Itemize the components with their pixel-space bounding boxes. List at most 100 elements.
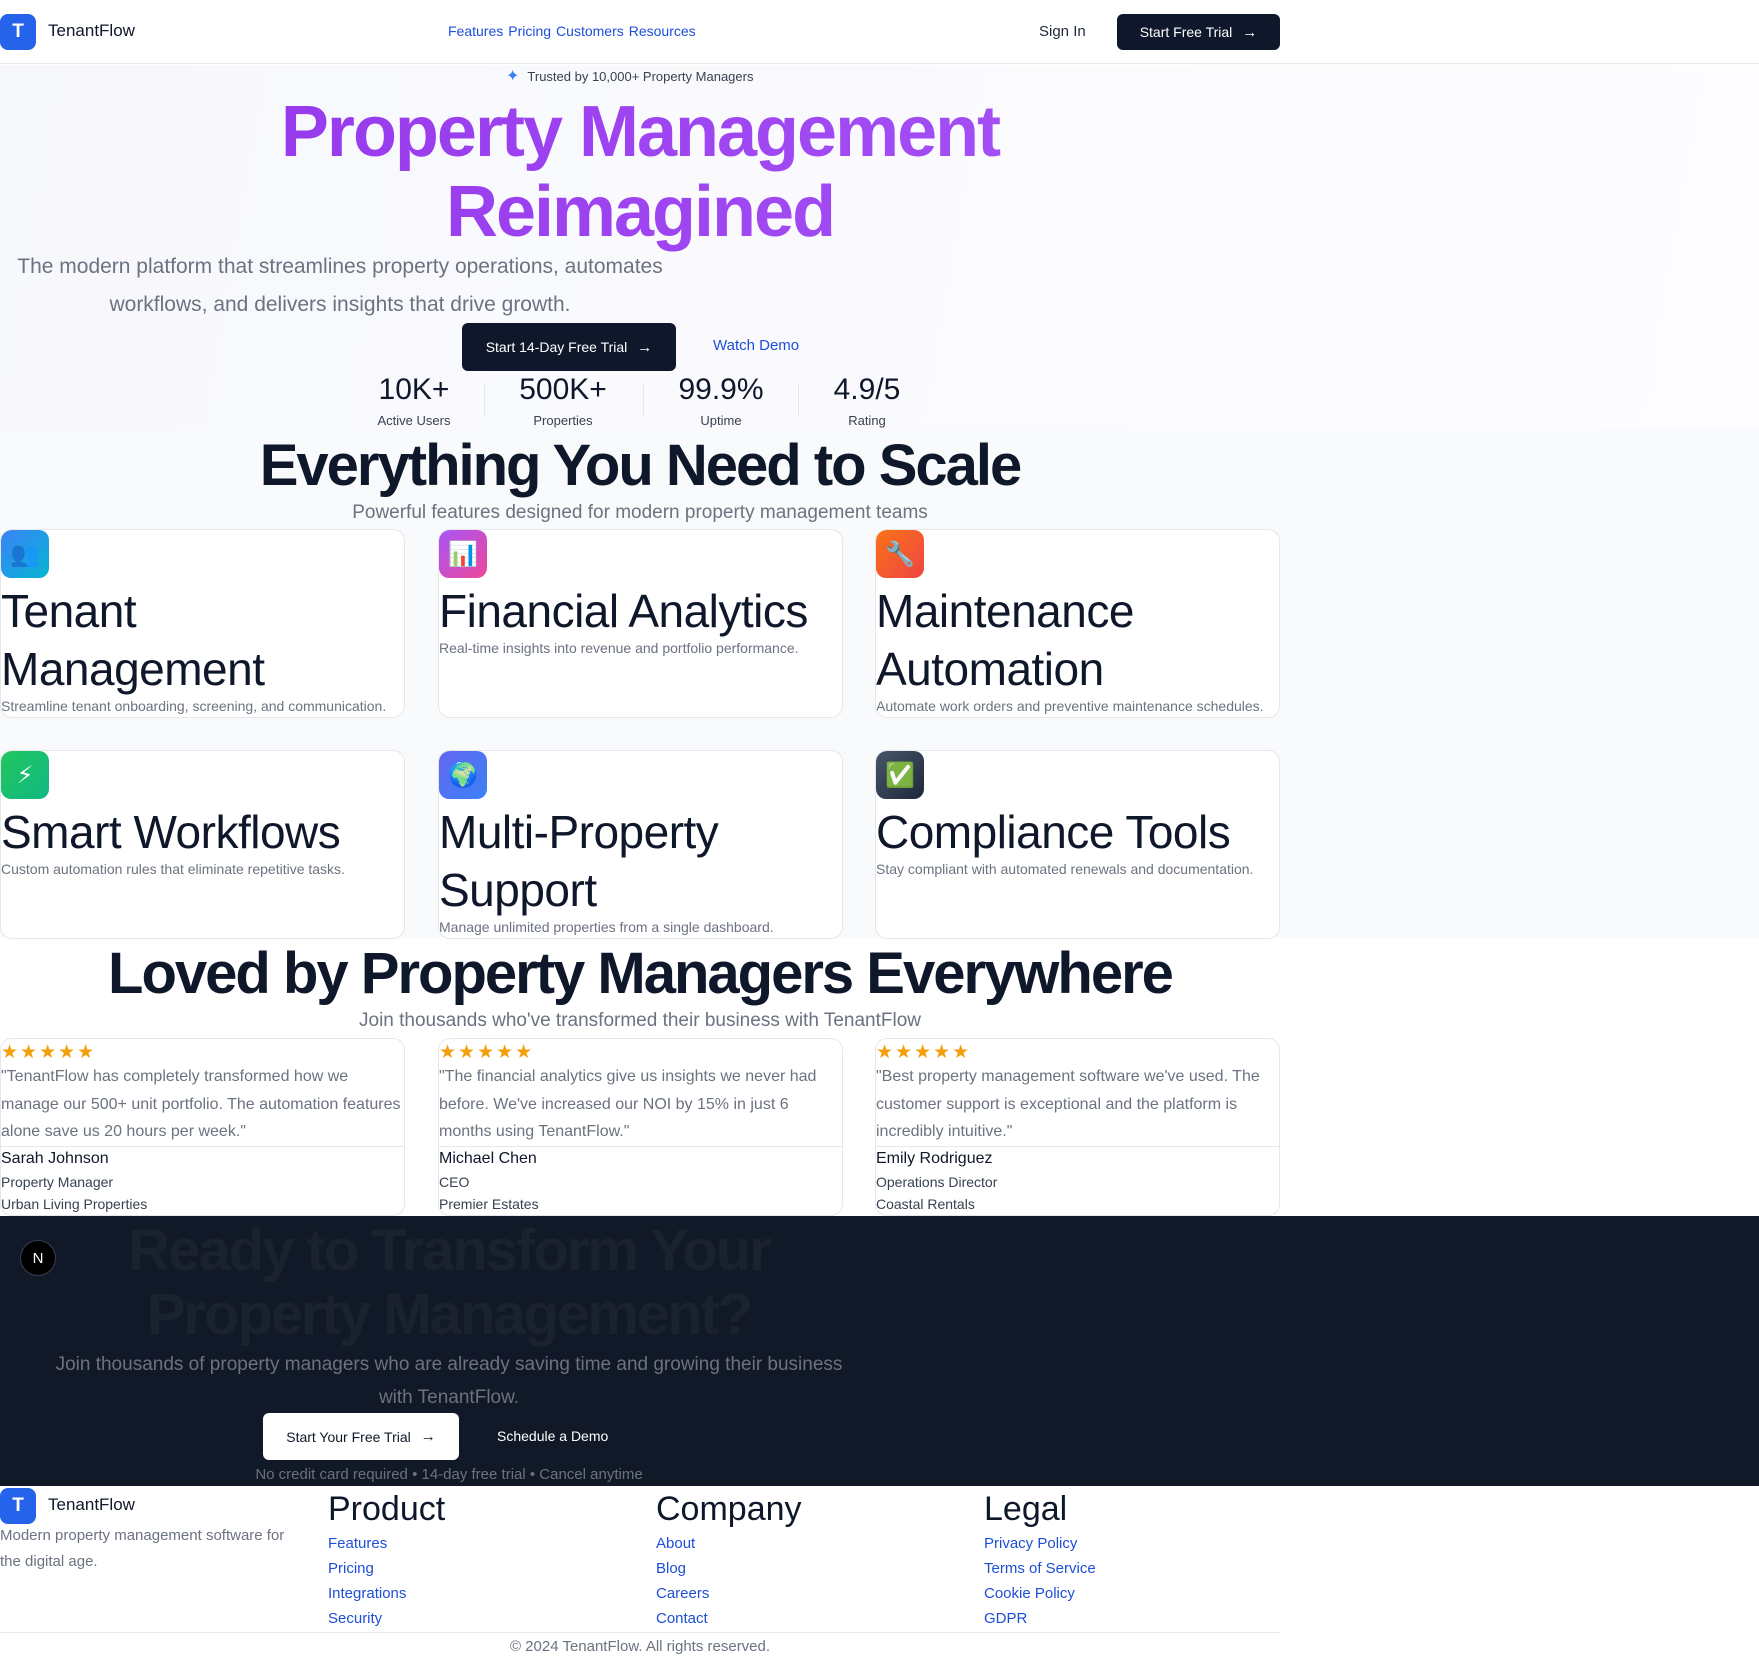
sparkles-icon: ✦ — [506, 68, 520, 85]
nav-pricing[interactable]: Pricing — [508, 23, 551, 39]
start-trial-hero-button[interactable]: Start 14-Day Free Trial → — [462, 323, 676, 371]
testimonial-name: Michael Chen — [439, 1150, 537, 1167]
footer-link-gdpr[interactable]: GDPR — [984, 1610, 1027, 1627]
arrow-right-icon: → — [637, 338, 653, 356]
cta-note: No credit card required • 14-day free tr… — [255, 1466, 643, 1483]
nav-customers[interactable]: Customers — [556, 23, 624, 39]
hero-title-line1: Property Management — [0, 92, 1280, 172]
lightning-icon: ⚡ — [1, 751, 49, 799]
start-your-free-trial-button[interactable]: Start Your Free Trial → — [263, 1413, 459, 1460]
testimonial-company: Premier Estates — [439, 1196, 539, 1212]
testimonial-company: Urban Living Properties — [1, 1196, 148, 1212]
chart-icon: 📊 — [439, 530, 487, 578]
stat-value-users: 10K+ — [378, 373, 450, 406]
feature-desc: Custom automation rules that eliminate r… — [1, 861, 345, 877]
testimonial-quote: "TenantFlow has completely transformed h… — [1, 1068, 401, 1140]
footer-heading-product: Product — [328, 1490, 446, 1528]
footer-link-privacy[interactable]: Privacy Policy — [984, 1535, 1077, 1552]
footer-link-about[interactable]: About — [656, 1535, 695, 1552]
feature-title: Multi-Property Support — [439, 806, 719, 916]
stat-divider — [643, 383, 644, 417]
feature-title: Tenant Management — [1, 585, 265, 695]
divider — [1, 1146, 404, 1147]
star-rating-icon: ★★★★★ — [876, 1042, 972, 1063]
testimonial-card: ★★★★★ "The financial analytics give us i… — [438, 1038, 843, 1216]
testimonial-card: ★★★★★ "TenantFlow has completely transfo… — [0, 1038, 405, 1216]
footer-heading-legal: Legal — [984, 1490, 1068, 1528]
footer-link-features[interactable]: Features — [328, 1535, 387, 1552]
stat-divider — [798, 383, 799, 417]
footer-link-cookies[interactable]: Cookie Policy — [984, 1585, 1075, 1602]
cta-subtitle-line1: Join thousands of property managers who … — [55, 1354, 843, 1375]
arrow-right-icon: → — [1242, 23, 1258, 41]
start-free-trial-button[interactable]: Start Free Trial → — [1117, 14, 1280, 50]
trusted-badge-text: Trusted by 10,000+ Property Managers — [527, 68, 754, 84]
logo-icon[interactable]: T — [0, 14, 36, 50]
footer-link-pricing[interactable]: Pricing — [328, 1560, 374, 1577]
main-nav: Features Pricing Customers Resources — [448, 23, 696, 39]
stat-value-properties: 500K+ — [519, 373, 607, 406]
testimonial-quote: "Best property management software we've… — [876, 1068, 1260, 1140]
nav-features[interactable]: Features — [448, 23, 503, 39]
testimonial-role: Property Manager — [1, 1174, 114, 1190]
cta-subtitle-line2: with TenantFlow. — [378, 1387, 520, 1408]
footer-link-terms[interactable]: Terms of Service — [984, 1560, 1096, 1577]
footer-heading-company: Company — [656, 1490, 802, 1528]
hero-title-line2: Reimagined — [0, 172, 1280, 252]
feature-desc: Automate work orders and preventive main… — [876, 698, 1264, 714]
testimonial-name: Emily Rodriguez — [876, 1150, 993, 1167]
footer-link-careers[interactable]: Careers — [656, 1585, 709, 1602]
footer-link-integrations[interactable]: Integrations — [328, 1585, 406, 1602]
testimonial-name: Sarah Johnson — [1, 1150, 109, 1167]
cta-title-line2: Property Management? — [146, 1282, 754, 1347]
feature-card-financial-analytics[interactable]: 📊 Financial Analytics Real-time insights… — [438, 529, 843, 718]
testimonial-company: Coastal Rentals — [876, 1196, 975, 1212]
footer-logo-icon[interactable]: T — [0, 1488, 36, 1524]
feature-desc: Stay compliant with automated renewals a… — [876, 861, 1254, 877]
hero-subtitle-line2: workflows, and delivers insights that dr… — [109, 293, 571, 316]
star-rating-icon: ★★★★★ — [439, 1042, 535, 1063]
stat-value-uptime: 99.9% — [678, 373, 764, 406]
footer-link-blog[interactable]: Blog — [656, 1560, 686, 1577]
hero-subtitle-line1: The modern platform that streamlines pro… — [17, 255, 663, 278]
footer-divider — [0, 1632, 1280, 1633]
testimonial-quote: "The financial analytics give us insight… — [439, 1068, 817, 1140]
sign-in-link[interactable]: Sign In — [1039, 23, 1086, 40]
arrow-right-icon: → — [420, 1428, 436, 1445]
stat-value-rating: 4.9/5 — [833, 373, 901, 406]
brand-name[interactable]: TenantFlow — [48, 21, 135, 41]
testimonials-subtitle: Join thousands who've transformed their … — [359, 1010, 921, 1031]
stat-divider — [484, 383, 485, 417]
globe-icon: 🌍 — [439, 751, 487, 799]
feature-desc: Real-time insights into revenue and port… — [439, 640, 799, 656]
testimonial-role: CEO — [439, 1174, 470, 1190]
feature-title: Maintenance Automation — [876, 585, 1134, 695]
feature-card-tenant-management[interactable]: 👥 Tenant Management Streamline tenant on… — [0, 529, 405, 718]
schedule-demo-button[interactable]: Schedule a Demo — [497, 1428, 608, 1444]
cta-title-line1: Ready to Transform Your — [128, 1218, 772, 1283]
footer-link-security[interactable]: Security — [328, 1610, 382, 1627]
watch-demo-link[interactable]: Watch Demo — [713, 337, 799, 354]
feature-card-compliance-tools[interactable]: ✅ Compliance Tools Stay compliant with a… — [875, 750, 1280, 939]
footer-brand[interactable]: TenantFlow — [48, 1495, 135, 1515]
testimonial-card: ★★★★★ "Best property management software… — [875, 1038, 1280, 1216]
footer-tagline: Modern property management software for … — [0, 1527, 285, 1570]
divider — [876, 1146, 1279, 1147]
trusted-badge: ✦ Trusted by 10,000+ Property Managers — [506, 66, 753, 86]
checkmark-icon: ✅ — [876, 751, 924, 799]
feature-card-multi-property[interactable]: 🌍 Multi-Property Support Manage unlimite… — [438, 750, 843, 939]
feature-card-maintenance-automation[interactable]: 🔧 Maintenance Automation Automate work o… — [875, 529, 1280, 718]
stat-label-properties: Properties — [533, 413, 593, 428]
feature-card-smart-workflows[interactable]: ⚡ Smart Workflows Custom automation rule… — [0, 750, 405, 939]
stat-label-users: Active Users — [377, 413, 451, 428]
start-your-free-trial-label: Start Your Free Trial — [286, 1428, 411, 1445]
users-icon: 👥 — [1, 530, 49, 578]
footer-link-contact[interactable]: Contact — [656, 1610, 708, 1627]
feature-desc: Manage unlimited properties from a singl… — [439, 919, 774, 935]
features-subtitle: Powerful features designed for modern pr… — [352, 502, 928, 523]
stat-label-uptime: Uptime — [700, 413, 742, 428]
testimonial-role: Operations Director — [876, 1174, 998, 1190]
nav-resources[interactable]: Resources — [629, 23, 696, 39]
wrench-icon: 🔧 — [876, 530, 924, 578]
divider — [439, 1146, 842, 1147]
